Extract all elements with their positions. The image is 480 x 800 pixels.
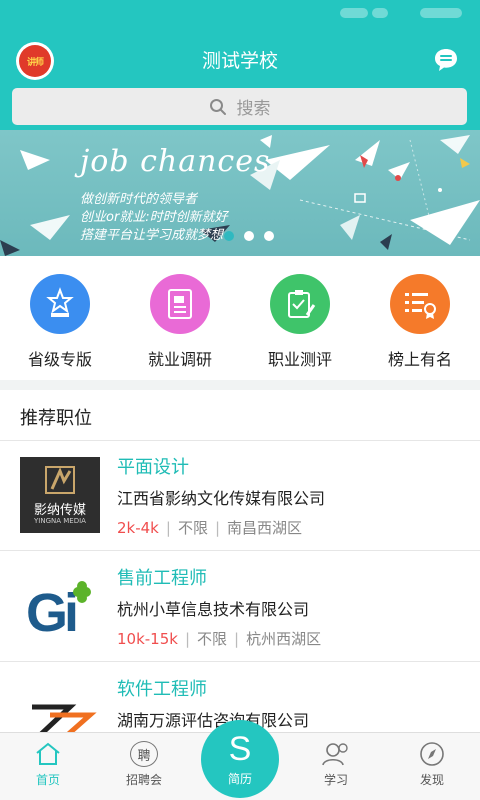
company-name: 杭州小草信息技术有限公司 [117,600,310,619]
tab-resume[interactable]: S 简历 [201,720,279,798]
app-header: 讲师 测试学校 搜索 [0,0,480,130]
requirement: 不限 [177,519,208,537]
carousel-dots [224,231,274,241]
banner-headline: job chances [80,144,271,179]
job-title: 售前工程师 [117,568,207,589]
section-divider [0,380,480,390]
clipboard-pen-icon [270,274,330,334]
tab-label: 简历 [227,771,252,786]
document-icon [150,274,210,334]
tab-discover[interactable]: 发现 [384,733,480,800]
tab-recruit[interactable]: 聘 招聘会 [96,733,192,800]
search-input[interactable]: 搜索 [12,88,467,125]
page-title: 测试学校 [201,50,278,72]
feature-provincial[interactable]: 省级专版 [0,256,120,380]
resume-s-icon: S [228,729,252,768]
status-bar [0,0,480,28]
job-item[interactable]: Gi 售前工程师 杭州小草信息技术有限公司 10k-15k | 不限 | 杭州西… [0,552,480,662]
location: 杭州西湖区 [246,630,322,648]
feature-label: 就业调研 [147,350,212,369]
banner-line-2: 创业or就业:时时创新就好 [80,210,228,225]
feature-grid: 省级专版 就业调研 职业测评 榜上有名 [0,256,480,380]
banner-line-3: 搭建平台让学习成就梦想 [80,228,224,243]
carousel-dot[interactable] [264,231,274,241]
requirement: 不限 [197,630,228,648]
gi-logo: Gi [20,568,100,644]
home-icon [36,742,60,765]
recruit-glyph: 聘 [137,748,151,764]
job-meta: 2k-4k | 不限 | 南昌西湖区 [117,518,303,538]
feature-label: 省级专版 [27,350,92,369]
compass-icon [420,742,444,766]
logo-company-name: 影纳传媒 [33,503,86,518]
recruit-icon: 聘 [130,741,158,767]
tab-label: 首页 [35,773,60,787]
salary: 10k-15k [117,629,178,648]
carousel-dot[interactable] [224,231,234,241]
tab-study[interactable]: 学习 [288,733,384,800]
tab-label: 招聘会 [125,773,162,787]
banner-line-1: 做创新时代的领导者 [80,192,198,207]
job-title: 软件工程师 [117,679,207,700]
title-bar: 讲师 测试学校 [0,36,480,84]
job-title: 平面设计 [117,457,189,478]
salary: 2k-4k [117,518,159,537]
company-name: 江西省影纳文化传媒有限公司 [117,489,326,508]
job-meta: 10k-15k | 不限 | 杭州西湖区 [117,629,322,649]
tab-home[interactable]: 首页 [0,733,96,800]
section-title: 推荐职位 [20,408,92,429]
feature-survey[interactable]: 就业调研 [120,256,240,380]
chat-bubble-icon[interactable] [432,46,460,74]
location: 南昌西湖区 [227,519,303,537]
star-trophy-icon [30,274,90,334]
feature-label: 榜上有名 [387,350,452,369]
logo-company-sub: YINGNA MEDIA [34,517,86,525]
tab-label: 发现 [419,773,444,787]
carousel-dot[interactable] [244,231,254,241]
list-badge-icon [390,274,450,334]
job-item[interactable]: 影纳传媒 YINGNA MEDIA 平面设计 江西省影纳文化传媒有限公司 2k-… [0,441,480,551]
company-name: 湖南万源评估咨询有限公司 [117,711,310,730]
tab-label: 学习 [323,773,348,787]
yingna-media-logo: 影纳传媒 YINGNA MEDIA [20,457,100,533]
feature-assessment[interactable]: 职业测评 [240,256,360,380]
feature-ranking[interactable]: 榜上有名 [360,256,480,380]
feature-label: 职业测评 [267,350,332,369]
study-icon [322,743,348,766]
search-icon [209,98,226,115]
search-placeholder: 搜索 [236,99,271,119]
